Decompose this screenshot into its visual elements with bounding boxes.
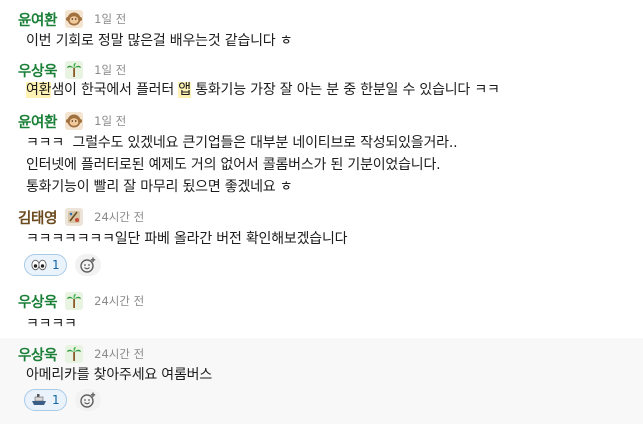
message: 우상욱 24시간 전 아메리카를 찾아주세요 여롬버스 1 (0, 338, 643, 424)
message: 윤여환 1일 전 이번 기회로 정말 많은걸 배우는것 같습니다 ㅎ (0, 4, 643, 54)
timestamp[interactable]: 24시간 전 (94, 293, 144, 309)
palm-tree-emoji-icon[interactable] (65, 292, 84, 310)
message-text: 인터넷에 플러터로된 예제도 거의 없어서 콜롬버스가 된 기분이었습니다. (26, 157, 441, 173)
author-name[interactable]: 윤여환 (18, 111, 57, 132)
timestamp[interactable]: 24시간 전 (94, 209, 144, 225)
reactions: 1 (24, 389, 101, 411)
add-reaction-button[interactable] (74, 254, 101, 276)
timestamp[interactable]: 24시간 전 (94, 346, 144, 362)
message: 우상욱 1일 전 여환샘이 한국에서 플러터 앱 통화기능 가장 잘 아는 분 … (0, 57, 643, 107)
message-text: ㅋㅋㅋㅋㅋㅋㅋ일단 파베 올라간 버전 확인해보겠습니다 (26, 231, 348, 247)
reaction-count: 1 (52, 258, 60, 272)
mention[interactable]: 여환 (26, 82, 52, 98)
reaction-count: 1 (52, 393, 60, 407)
palm-tree-emoji-icon[interactable] (65, 345, 84, 363)
reactions: 1 (24, 254, 101, 276)
message: 김태영 24시간 전 ㅋㅋㅋㅋㅋㅋㅋ일단 파베 올라간 버전 확인해보겠습니다 … (0, 206, 643, 282)
message-text: 통화기능이 빨리 잘 마무리 됬으면 좋겠네요 ㅎ (26, 179, 293, 195)
message-text: 이번 기회로 정말 많은걸 배우는것 같습니다 ㅎ (26, 33, 293, 49)
message-text: 여환샘이 한국에서 플러터 앱 통화기능 가장 잘 아는 분 중 한분일 수 있… (26, 82, 500, 98)
highlighted-word: 앱 (178, 82, 191, 98)
message: 윤여환 1일 전 ㅋㅋㅋ 그럴수도 있겠네요 큰기업들은 대부분 네이티브로 작… (0, 110, 643, 206)
add-emoji-icon (79, 257, 95, 273)
ship-emoji-icon (31, 393, 47, 407)
author-name[interactable]: 우상욱 (18, 344, 57, 365)
artist-emoji-icon[interactable] (65, 208, 84, 226)
monkey-emoji-icon[interactable] (65, 112, 84, 130)
timestamp[interactable]: 1일 전 (94, 62, 126, 78)
palm-tree-emoji-icon[interactable] (65, 61, 84, 79)
eyes-emoji-icon (31, 259, 47, 271)
timestamp[interactable]: 1일 전 (94, 113, 126, 129)
add-emoji-icon (79, 392, 95, 408)
message-text: ㅋㅋㅋ 그럴수도 있겠네요 큰기업들은 대부분 네이티브로 작성되있을거라.. (26, 135, 458, 151)
reaction-pill[interactable]: 1 (24, 254, 67, 276)
author-name[interactable]: 우상욱 (18, 60, 57, 81)
author-name[interactable]: 우상욱 (18, 291, 57, 312)
author-name[interactable]: 윤여환 (18, 9, 57, 30)
monkey-emoji-icon[interactable] (65, 10, 84, 28)
reaction-pill[interactable]: 1 (24, 389, 67, 411)
message-text: 아메리카를 찾아주세요 여롬버스 (26, 367, 213, 383)
add-reaction-button[interactable] (74, 389, 101, 411)
timestamp[interactable]: 1일 전 (94, 11, 126, 27)
author-name[interactable]: 김태영 (18, 207, 57, 228)
message: 우상욱 24시간 전 ㅋㅋㅋㅋ (0, 286, 643, 338)
message-text: ㅋㅋㅋㅋ (26, 316, 77, 332)
